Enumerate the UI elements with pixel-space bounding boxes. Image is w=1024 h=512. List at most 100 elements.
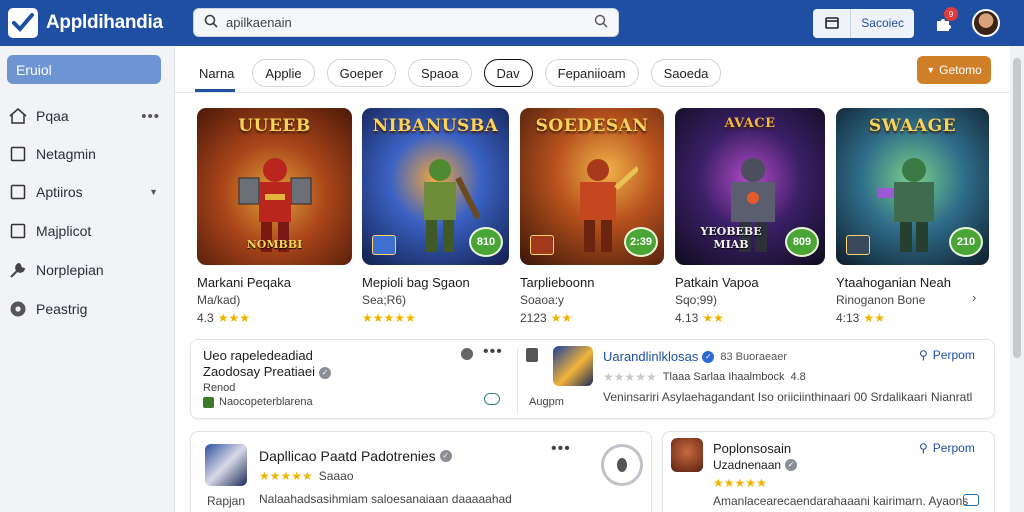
app-icon[interactable]	[671, 438, 703, 472]
game-card[interactable]: SWAAGE 210 Ytaahoganian Neah Rinoganon B…	[836, 108, 989, 325]
avatar[interactable]	[972, 9, 1000, 37]
star-icons: ★★	[702, 311, 724, 325]
get-button[interactable]: ▼ Getomo	[917, 56, 991, 84]
sidebar-item-5[interactable]: Norplepian	[8, 258, 168, 282]
more-icon[interactable]: •••	[551, 440, 571, 458]
gear-icon	[8, 299, 28, 319]
report-link[interactable]: ⚲ Perpom	[919, 348, 975, 362]
game-name[interactable]: Patkain Vapoa	[675, 275, 825, 290]
game-thumbnail[interactable]: SOEDESAN 2:39	[520, 108, 664, 265]
sidebar-item-2[interactable]: Netagmin	[8, 142, 168, 166]
more-icon[interactable]: •••	[141, 108, 160, 125]
listing-subtitle-row: Uzadnenaan ✓	[713, 458, 798, 472]
panel-title[interactable]: Ueo rapeledeadiad	[203, 348, 313, 363]
report-link[interactable]: ⚲ Perpom	[919, 441, 975, 455]
pin-icon: ⚲	[919, 441, 928, 455]
tab-6[interactable]: Saoeda	[650, 59, 722, 87]
window-icon[interactable]	[813, 8, 852, 38]
game-thumbnail[interactable]: UUEEB NOMBBI	[197, 108, 352, 265]
game-art-title: UUEEB	[238, 116, 311, 136]
app-title: Uarandlinlklosas	[603, 349, 699, 364]
tab-4-selected[interactable]: Dav	[483, 59, 533, 87]
game-name[interactable]: Ytaahoganian Neah	[836, 275, 989, 290]
listing-panel: Dapllicao Paatd Padotrenies ✓ ★★★★★ Saaao…	[190, 431, 652, 512]
game-rating: 4:13 ★★	[836, 311, 989, 325]
star-icons: ★★★★★	[713, 476, 767, 490]
star-icons: ★★★★★	[603, 370, 657, 384]
arrow-down-icon: ▼	[926, 65, 936, 75]
game-name[interactable]: Tarplieboonn	[520, 275, 664, 290]
rating-value: 2123	[520, 311, 547, 325]
game-card[interactable]: NIBANUSBA 810 Mepioli bag Sgaon Sea;R6) …	[362, 108, 509, 325]
game-subtitle: Rinoganon Bone	[836, 293, 926, 307]
divider	[517, 348, 518, 414]
chevron-down-icon[interactable]: ▼	[149, 187, 158, 197]
warrior-figure-icon	[424, 159, 480, 252]
search-input[interactable]	[226, 15, 594, 30]
user-icon	[526, 348, 538, 362]
listing-meta: Rapjan	[207, 494, 246, 508]
game-rating: 4.13 ★★	[675, 311, 825, 325]
wrench-icon	[8, 260, 28, 280]
app-title-row[interactable]: Uarandlinlklosas ✓ 83 Buoraeaer	[603, 349, 787, 364]
game-subtitle: Soaoa:y	[520, 293, 565, 307]
chat-icon[interactable]	[963, 494, 979, 506]
star-icons: ★★★	[217, 311, 250, 325]
timer-icon[interactable]	[601, 444, 643, 486]
toolbar-action-button[interactable]: Sacoiec	[851, 16, 914, 30]
game-thumbnail[interactable]: SWAAGE 210	[836, 108, 989, 265]
game-chip-icon	[372, 235, 396, 255]
scrollbar[interactable]	[1010, 46, 1024, 512]
more-icon[interactable]: •••	[483, 343, 503, 361]
sidebar-item-6[interactable]: Peastrig	[8, 297, 168, 321]
game-card[interactable]: SOEDESAN 2:39 Tarplieboonn Soaoa:y 2123 …	[520, 108, 664, 325]
game-rating: 2123 ★★	[520, 311, 664, 325]
square-icon	[8, 221, 28, 241]
listing-title[interactable]: Poplonsosain	[713, 441, 791, 456]
scrollbar-thumb[interactable]	[1013, 58, 1021, 358]
verified-icon: ✓	[439, 450, 452, 462]
verified-icon: ✓	[702, 350, 715, 363]
app-icon[interactable]	[205, 444, 247, 486]
game-name[interactable]: Mepioli bag Sgaon	[362, 275, 509, 290]
tab-0[interactable]: Narna	[195, 59, 239, 87]
sidebar-item-4[interactable]: Majplicot	[8, 219, 168, 243]
sidebar-item-label: Netagmin	[36, 146, 96, 162]
app-rating-row: ★★★★★ Tlaaa Sarlaa Ihaalmbock 4.8	[603, 370, 806, 384]
listing-title: Dapllicao Paatd Padotrenies	[259, 448, 436, 464]
sidebar-item-3[interactable]: Aptiiros ▼	[8, 180, 168, 204]
tab-2[interactable]: Goeper	[326, 59, 396, 87]
game-rating: 4.3 ★★★	[197, 311, 352, 325]
listing-rating-row: ★★★★★	[713, 476, 767, 490]
extension-button[interactable]: 9	[928, 7, 960, 39]
tab-1[interactable]: Applie	[252, 59, 315, 87]
app-name: Appldihandia	[46, 12, 163, 33]
sidebar: Eruiol Pqaa ••• Netagmin Aptiiros ▼ Majp…	[0, 46, 175, 512]
chat-icon[interactable]	[484, 393, 500, 405]
sidebar-item-home[interactable]: Pqaa •••	[8, 104, 168, 128]
rating-value: 4:13	[836, 311, 860, 325]
listing-panel: Poplonsosain Uzadnenaan ✓ ★★★★★ Amanlacea…	[662, 431, 995, 512]
panel-link-row[interactable]: Naocopeterblarena	[203, 396, 313, 408]
sidebar-item-active[interactable]: Eruiol	[7, 55, 161, 84]
notification-badge: 9	[944, 7, 958, 21]
tab-5[interactable]: Fepaniioam	[544, 59, 639, 87]
pin-icon: ⚲	[919, 348, 928, 362]
listing-title-row[interactable]: Dapllicao Paatd Padotrenies ✓	[259, 448, 452, 464]
game-thumbnail[interactable]: NIBANUSBA 810	[362, 108, 509, 265]
compass-icon[interactable]	[461, 348, 473, 360]
chevron-right-icon[interactable]: ›	[972, 290, 976, 305]
game-card[interactable]: UUEEB NOMBBI Markani Peqaka Ma/kad) 4.3 …	[197, 108, 352, 325]
star-icons: ★★★★★	[259, 469, 313, 483]
app-icon[interactable]	[553, 346, 593, 386]
search-submit-icon[interactable]	[594, 14, 608, 31]
game-thumbnail[interactable]: AVACE YEOBEBE MIAB 809	[675, 108, 825, 265]
app-logo[interactable]: Appldihandia	[8, 8, 188, 38]
sidebar-item-label: Norplepian	[36, 262, 104, 278]
app-cta-link[interactable]: Nianratl	[931, 390, 972, 404]
game-card[interactable]: AVACE YEOBEBE MIAB 809 Patkain Vapoa Sqo…	[675, 108, 825, 325]
game-art-subtitle: NOMBBI	[246, 238, 303, 251]
search-bar[interactable]	[193, 8, 619, 37]
game-name[interactable]: Markani Peqaka	[197, 275, 352, 290]
tab-3[interactable]: Spaoa	[407, 59, 472, 87]
